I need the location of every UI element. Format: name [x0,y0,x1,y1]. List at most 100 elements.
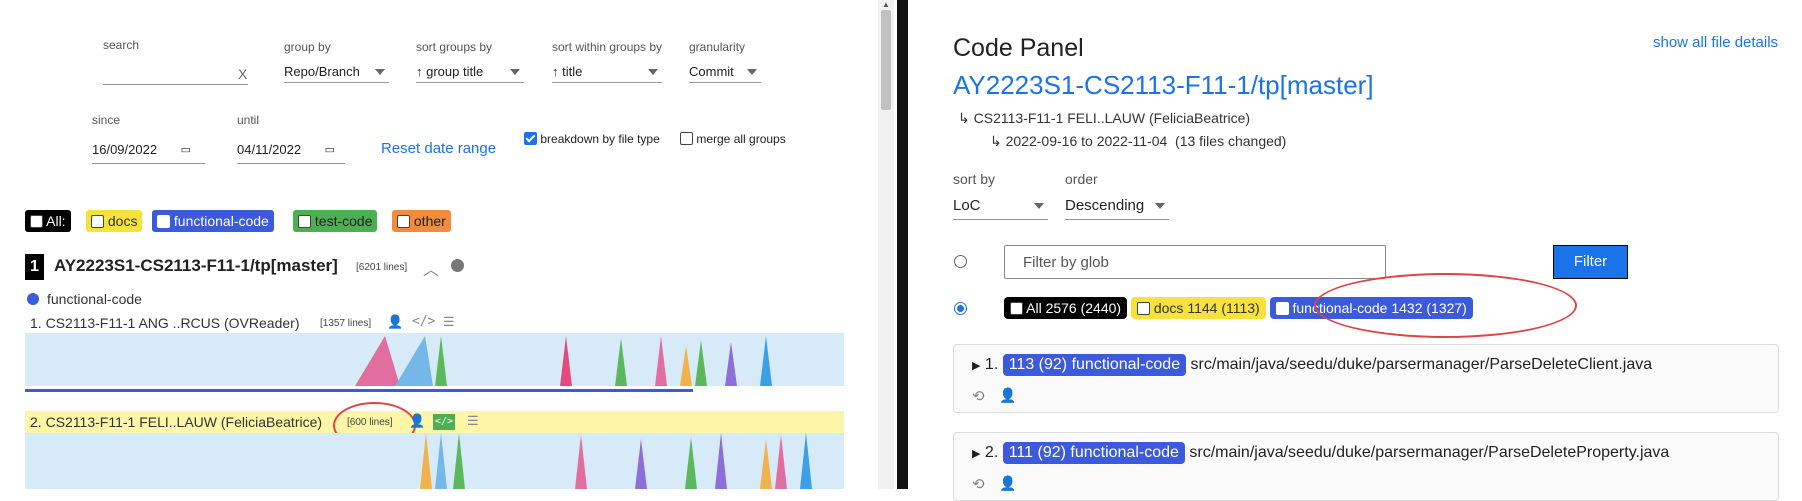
ramp-spike [453,433,465,489]
search-label: search [103,38,140,52]
legend-label: functional-code [47,291,142,307]
filetype-test-label: test-code [314,213,373,229]
chip-all-label: All 2576 (2440) [1026,300,1122,316]
sort-within-label: sort within groups by [552,40,663,54]
ramp-spike [760,439,772,489]
filetype-functional-label: functional-code [173,213,269,229]
order-select[interactable]: Descending [1065,193,1169,220]
checkbox-checked-icon [157,215,170,228]
ramp-spike [560,336,572,386]
github-icon[interactable] [451,259,464,272]
author-num: 2. [30,414,42,430]
ramp-spike [635,439,647,489]
group-by-select[interactable]: Repo/Branch [284,62,389,83]
chevron-up-icon[interactable]: ︿ [423,256,439,280]
ramp-spike [725,342,737,386]
group-title: AY2223S1-CS2113-F11-1/tp[master] [54,256,338,275]
repo-title-link[interactable]: AY2223S1-CS2113-F11-1/tp[master] [953,70,1374,101]
ramp-spike [420,433,432,489]
caret-right-icon[interactable]: ▶ [972,448,980,460]
sort-within-select[interactable]: ↑ title [552,62,662,83]
group-by-value: Repo/Branch [284,64,360,79]
reset-date-range-link[interactable]: Reset date range [381,140,496,157]
granularity-select[interactable]: Commit [689,62,761,83]
file-badge: 111 (92) functional-code [1002,442,1185,464]
chip-docs[interactable]: docs 1144 (1113) [1130,297,1266,319]
code-icon[interactable]: </> [412,314,435,329]
ramp-spike [355,336,400,386]
panel-divider[interactable] [897,0,908,489]
highlight-ellipse [1314,273,1577,338]
ramp-spike [715,433,727,489]
code-icon[interactable]: </> [433,414,456,430]
order-value: Descending [1065,197,1145,214]
sort-by-label: sort by [953,171,996,187]
sort-groups-value: ↑ group title [416,64,484,79]
glob-filter-input[interactable]: Filter by glob [1004,245,1386,279]
group-by-label: group by [284,40,331,54]
date-range: ↳ 2022-09-16 to 2022-11-04 (13 files cha… [990,133,1286,150]
search-input[interactable] [103,60,248,85]
list-icon[interactable]: ☰ [443,314,455,330]
filetype-test-toggle[interactable]: test-code [293,210,378,232]
sort-by-select[interactable]: LoC [953,193,1048,220]
file-card[interactable]: ▶ 2. 111 (92) functional-code src/main/j… [953,432,1779,501]
ramp-spike [775,435,787,489]
scroll-up-icon[interactable]: ▲ [882,0,890,9]
checkbox-icon [1010,302,1023,315]
filetype-other-label: other [413,213,446,229]
ramp-spike [435,336,447,386]
filetype-functional-toggle[interactable]: functional-code [152,210,274,232]
author-row[interactable]: 1. CS2113-F11-1 ANG ..RCUS (OVReader) [30,315,299,331]
user-icon[interactable]: 👤 [409,413,425,429]
calendar-icon: ▭ [324,144,335,156]
sort-within-value: ↑ title [552,64,583,79]
code-panel-title: Code Panel [953,34,1084,62]
file-card[interactable]: ▶ 1. 113 (92) functional-code src/main/j… [953,344,1779,413]
ramp-spike [695,340,707,386]
file-path: src/main/java/seedu/duke/parsermanager/P… [1189,444,1670,461]
list-icon[interactable]: ☰ [467,413,479,429]
author-name: CS2113-F11-1 ANG ..RCUS (OVReader) [45,315,300,331]
group-lines: [6201 lines] [356,262,408,273]
chip-docs-label: docs 1144 (1113) [1153,300,1260,316]
user-edit-icon[interactable]: 👤 [999,475,1016,492]
contribution-bar [25,389,693,392]
user-icon[interactable]: 👤 [387,314,403,330]
file-badge: 113 (92) functional-code [1002,354,1187,376]
ramp-spike [680,346,692,386]
author-row[interactable]: 2. CS2113-F11-1 FELI..LAUW (FeliciaBeatr… [30,414,322,430]
until-label: until [237,113,260,127]
glob-radio[interactable] [954,255,967,268]
author-name: CS2113-F11-1 FELI..LAUW (FeliciaBeatrice… [45,414,323,430]
caret-right-icon[interactable]: ▶ [972,360,980,372]
search-clear-button[interactable]: X [238,66,247,82]
until-date-input[interactable]: 04/11/2022 ▭ [237,137,345,164]
since-value: 16/09/2022 [92,142,158,157]
scrollbar-thumb[interactable] [881,10,891,110]
chip-all[interactable]: All 2576 (2440) [1004,297,1128,319]
filetype-radio[interactable] [954,302,967,315]
sort-groups-label: sort groups by [416,40,493,54]
filetype-docs-toggle[interactable]: docs [86,210,143,232]
ramp-spike [655,336,667,386]
user-edit-icon[interactable]: 👤 [999,387,1016,404]
merge-groups-checkbox[interactable]: merge all groups [680,132,786,146]
granularity-label: granularity [689,40,746,54]
breakdown-label: breakdown by file type [540,132,660,146]
checkbox-icon [1136,302,1150,315]
filetype-other-toggle[interactable]: other [392,210,451,232]
chevron-down-icon [648,69,658,75]
ramp-spike [575,435,587,489]
sort-groups-select[interactable]: ↑ group title [416,62,524,83]
since-date-input[interactable]: 16/09/2022 ▭ [92,137,205,164]
breakdown-checkbox[interactable]: breakdown by file type [524,132,660,146]
filter-button[interactable]: Filter [1553,245,1628,279]
filetype-all-toggle[interactable]: All: [25,210,71,232]
author-lines: [1357 lines] [320,318,372,329]
history-icon[interactable]: ⟲ [972,475,985,493]
file-path: src/main/java/seedu/duke/parsermanager/P… [1190,356,1653,373]
history-icon[interactable]: ⟲ [972,387,985,405]
show-all-file-details-link[interactable]: show all file details [1653,34,1778,51]
merge-label: merge all groups [696,132,786,146]
